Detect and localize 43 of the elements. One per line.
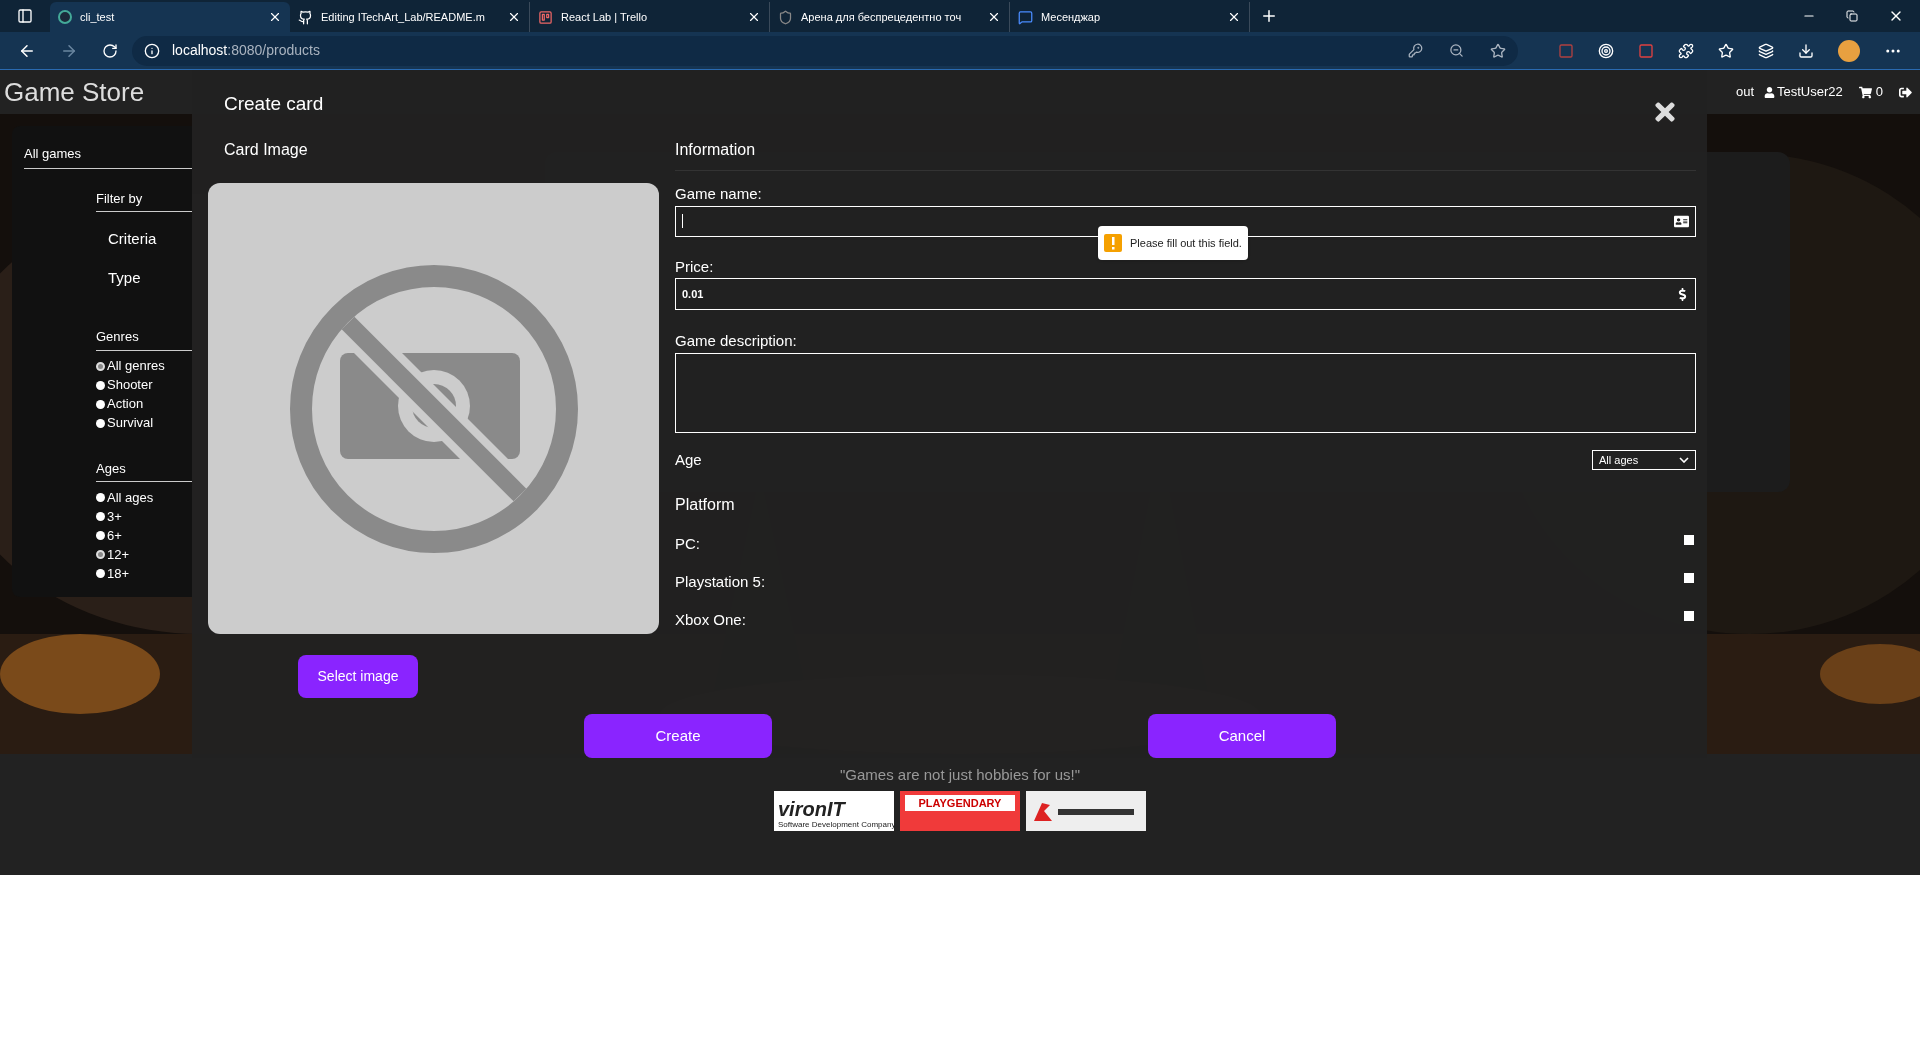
- logo-name: PLAYGENDARY: [904, 794, 1016, 811]
- checkbox-label: Xbox One:: [675, 609, 746, 630]
- field-label: Age: [675, 449, 702, 470]
- cart-count: 0: [1875, 83, 1883, 102]
- dialog-title: Create card: [224, 91, 324, 116]
- radio-label: Survival: [107, 414, 154, 433]
- user-link[interactable]: TestUser22: [1777, 82, 1843, 102]
- url-text: localhost:8080/products: [172, 41, 320, 60]
- radio-label: All genres: [107, 357, 165, 376]
- site-logo[interactable]: Game Store: [4, 72, 145, 112]
- radio-label: 6+: [107, 526, 122, 545]
- radio-label: Action: [107, 395, 144, 414]
- field-label: Game name:: [675, 184, 763, 204]
- address-bar[interactable]: localhost:8080/products: [132, 35, 1518, 66]
- tab-title: Editing ITechArt_Lab/README.m: [321, 9, 485, 25]
- browser-tab[interactable]: cli_test: [50, 2, 290, 32]
- cancel-button[interactable]: Cancel: [1148, 714, 1336, 758]
- create-button[interactable]: Create: [584, 714, 772, 758]
- section-title: Platform: [675, 495, 736, 515]
- logo-name: vironIT: [778, 797, 847, 820]
- radio-label: Shooter: [107, 376, 153, 395]
- checkbox-label: PC:: [675, 533, 700, 554]
- tab-title: cli_test: [80, 9, 115, 25]
- section-title: Card Image: [224, 141, 308, 158]
- tab-title: Месенджар: [1041, 9, 1101, 25]
- age-select[interactable]: All ages: [1592, 449, 1696, 470]
- field-label: Price:: [675, 256, 715, 277]
- tab-title: React Lab | Trello: [561, 9, 647, 25]
- price-field[interactable]: 0.01: [675, 278, 1696, 310]
- filter-option[interactable]: Criteria: [108, 228, 192, 251]
- checkbox-label: Playstation 5:: [675, 571, 766, 592]
- section-title: Information: [675, 138, 1696, 171]
- radio-label: 18+: [107, 564, 130, 583]
- slogan: "Games are not just hobbies for us!": [840, 765, 1080, 785]
- tooltip-text: Please fill out this field.: [1130, 235, 1242, 251]
- radio-label: All ages: [107, 488, 154, 507]
- filter-option[interactable]: Type: [108, 266, 192, 289]
- radio-label: 12+: [107, 545, 130, 564]
- radio-label: 3+: [107, 507, 122, 526]
- tab-title: Арена для беспрецедентно точ: [801, 9, 962, 25]
- nav-link[interactable]: out: [1735, 82, 1754, 102]
- field-label: Game description:: [675, 331, 798, 351]
- select-image-button[interactable]: Select image: [298, 655, 418, 698]
